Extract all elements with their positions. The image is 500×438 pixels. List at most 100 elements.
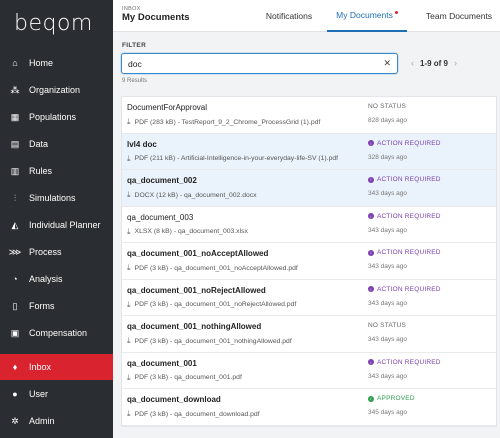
document-row[interactable]: qa_document_001_noAcceptAllowed ⤓ PDF (3 k… [122,243,496,280]
document-file-info: DOCX (12 kB) - qa_document_002.docx [134,191,257,199]
rules-icon: ▥ [10,165,20,176]
inbox-icon: ♦ [12,362,18,372]
next-page-icon[interactable]: › [454,58,457,68]
document-meta: ⤓ PDF (283 kB) - TestReport_9_2_Chrome_Pr… [127,117,320,127]
document-row[interactable]: qa_document_001 ⤓ PDF (3 kB) - qa_document… [122,353,496,389]
status-text: ACTION REQUIRED [377,358,441,366]
tab-notifications[interactable]: Notifications [253,0,325,32]
sidebar-item-inbox[interactable]: ♦ Inbox [0,354,113,380]
sidebar-item-label: Compensation [29,328,88,338]
sidebar-item-organization[interactable]: ⁂ Organization [0,77,113,103]
status-badge: ! ACTION REQUIRED [368,176,441,183]
beqom-logo[interactable]: beqom [0,0,113,46]
prev-page-icon[interactable]: ‹ [411,58,414,68]
download-icon[interactable]: ⤓ [127,409,131,419]
sidebar-item-forms[interactable]: ▯ Forms [0,293,113,319]
sidebar-item-individual-planner[interactable]: ◭ Individual Planner [0,212,113,238]
document-name[interactable]: qa_document_001_nothingAllowed [127,322,261,331]
sidebar-item-populations[interactable]: ▦ Populations [0,104,113,130]
document-row[interactable]: qa_document_003 ⤓ XLSX (8 kB) - qa_documen… [122,207,496,243]
download-icon[interactable]: ⤓ [127,373,131,383]
document-date: 343 days ago [368,190,408,197]
document-name[interactable]: qa_document_download [127,395,221,404]
alert-circle-icon: ! [368,286,374,292]
pagination-text: 1-9 of 9 [420,58,449,68]
document-file-info: XLSX (8 kB) - qa_document_003.xlsx [134,228,248,235]
download-icon[interactable]: ⤓ [127,263,131,273]
document-meta: ⤓ PDF (3 kB) - qa_document_download.pdf [127,409,260,419]
document-file-info: PDF (3 kB) - qa_document_001_nothingAllo… [134,337,292,345]
document-name[interactable]: qa_document_003 [127,213,193,222]
document-row[interactable]: qa_document_001_nothingAllowed ⤓ PDF (3 kB… [122,316,496,353]
document-row[interactable]: qa_document_002 ⤓ DOCX (12 kB) - qa_docume… [122,170,496,207]
document-date: 343 days ago [368,263,408,270]
sidebar-item-label: Process [29,247,62,257]
sidebar-item-data[interactable]: ▤ Data [0,131,113,157]
clear-icon[interactable]: ✕ [383,58,391,69]
document-name[interactable]: qa_document_001 [127,359,197,368]
sidebar-item-label: Inbox [29,362,52,372]
document-row[interactable]: DocumentForApproval ⤓ PDF (283 kB) - TestR… [122,97,496,134]
download-icon[interactable]: ⤓ [127,154,131,164]
document-row[interactable]: qa_document_001_noRejectAllowed ⤓ PDF (3 k… [122,280,496,316]
sidebar-item-label: Individual Planner [29,220,101,230]
document-date: 343 days ago [368,372,408,380]
data-icon: ▤ [10,138,20,149]
sidebar-item-home[interactable]: ⌂ Home [0,50,113,76]
sidebar-item-rules[interactable]: ▥ Rules [0,158,113,184]
sidebar-item-admin[interactable]: ✲ Admin [0,408,113,434]
tab-team-documents[interactable]: Team Documents [419,0,499,32]
status-text: APPROVED [377,395,415,402]
download-icon[interactable]: ⤓ [127,227,131,237]
download-icon[interactable]: ⤓ [127,117,131,127]
status-badge: ! ACTION REQUIRED [368,213,441,220]
download-icon[interactable]: ⤓ [127,190,131,200]
status-text: ACTION REQUIRED [377,139,441,147]
download-icon[interactable]: ⤓ [127,300,131,310]
home-icon: ⌂ [12,58,18,68]
document-file-info: PDF (3 kB) - qa_document_001.pdf [134,374,242,381]
individual-planner-icon: ◭ [11,219,19,230]
document-row[interactable]: lvl4 doc ⤓ PDF (211 kB) - Artificial-Intel… [122,133,496,170]
document-meta: ⤓ XLSX (8 kB) - qa_document_003.xlsx [127,227,248,237]
sidebar-item-label: Forms [29,301,55,311]
status-text: NO STATUS [368,322,407,329]
filter-label: FILTER [122,42,147,49]
filter-field: ✕ [121,53,398,74]
document-date: 328 days ago [368,153,408,161]
document-meta: ⤓ PDF (3 kB) - qa_document_001.pdf [127,373,242,383]
sidebar-item-label: Rules [29,166,53,176]
analysis-icon: ◔ [12,274,18,284]
status-text: NO STATUS [368,103,407,110]
check-circle-icon: ✓ [368,395,374,402]
document-date: 345 days ago [368,409,408,416]
document-name[interactable]: qa_document_002 [127,176,197,185]
simulations-icon: ⫶ [13,192,17,203]
document-file-info: PDF (3 kB) - qa_document_download.pdf [134,410,260,418]
document-name[interactable]: lvl4 doc [127,140,157,149]
sidebar-item-label: Data [29,139,49,149]
sidebar-item-label: Simulations [29,193,76,203]
process-icon: ⋙ [8,246,22,257]
sidebar-item-user[interactable]: ● User [0,381,113,407]
compensation-icon: ▣ [10,327,20,338]
document-name[interactable]: DocumentForApproval [127,103,207,112]
organization-icon: ⁂ [10,84,20,95]
sidebar-item-compensation[interactable]: ▣ Compensation [0,320,113,346]
sidebar-item-process[interactable]: ⋙ Process [0,239,113,265]
download-icon[interactable]: ⤓ [127,336,131,346]
document-meta: ⤓ PDF (3 kB) - qa_document_001_noAcceptAl… [127,263,298,273]
filter-input[interactable] [122,54,372,74]
document-meta: ⤓ DOCX (12 kB) - qa_document_002.docx [127,190,257,200]
alert-circle-icon: ! [368,249,374,256]
document-name[interactable]: qa_document_001_noAcceptAllowed [127,249,268,258]
document-name[interactable]: qa_document_001_noRejectAllowed [127,286,266,295]
sidebar-item-simulations[interactable]: ⫶ Simulations [0,185,113,211]
document-date: 343 days ago [368,336,408,343]
status-text: ACTION REQUIRED [377,249,441,256]
tab-my-documents[interactable]: My Documents [327,0,407,32]
sidebar-item-analysis[interactable]: ◔ Analysis [0,266,113,292]
alert-circle-icon: ! [368,213,374,219]
document-file-info: PDF (3 kB) - qa_document_001_noAcceptAll… [134,264,298,272]
document-row[interactable]: qa_document_download ⤓ PDF (3 kB) - qa_doc… [122,389,496,426]
